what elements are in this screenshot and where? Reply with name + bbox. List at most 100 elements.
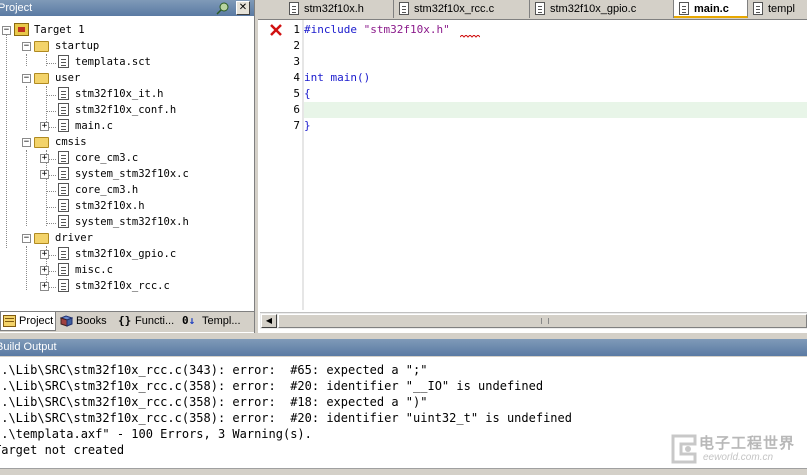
- code-line[interactable]: {: [304, 86, 311, 102]
- tab-templates[interactable]: 0↓ Templ...: [180, 312, 252, 331]
- tab-label: Project: [19, 315, 54, 327]
- build-output-title: Build Output: [0, 341, 57, 353]
- expand-icon[interactable]: +: [40, 170, 49, 179]
- tree-item-label: stm32f10x.h: [75, 200, 145, 212]
- collapse-icon[interactable]: −: [22, 42, 31, 51]
- expand-icon[interactable]: +: [40, 154, 49, 163]
- error-squiggle: [460, 35, 480, 38]
- line-number: 2: [293, 39, 300, 52]
- file-icon: [58, 279, 69, 292]
- code-line[interactable]: }: [304, 118, 311, 134]
- folder-open-icon: [34, 137, 49, 148]
- tree-item-label: stm32f10x_it.h: [75, 88, 164, 100]
- file-icon: [58, 119, 69, 132]
- tree-item-label: main.c: [75, 120, 113, 132]
- project-pane-title-bar[interactable]: Project ✕: [0, 0, 254, 16]
- braces-icon: {}: [118, 314, 132, 327]
- output-line: ..\Lib\SRC\stm32f10x_rcc.c(343): error: …: [0, 363, 428, 377]
- close-icon[interactable]: ✕: [236, 1, 250, 15]
- tree-item-label: cmsis: [55, 136, 87, 148]
- collapse-icon[interactable]: −: [2, 26, 11, 35]
- tab-functions[interactable]: {} Functi...: [116, 312, 178, 331]
- tree-item-label: driver: [55, 232, 93, 244]
- output-line: Target not created: [0, 443, 125, 457]
- tab-label: Books: [76, 315, 107, 327]
- line-number: 7: [293, 119, 300, 132]
- error-icon: [270, 24, 282, 36]
- tab-label: templ: [768, 3, 795, 15]
- build-output-title-bar[interactable]: Build Output: [0, 339, 807, 356]
- file-icon: [58, 215, 69, 228]
- project-pane: Project ✕ − Target 1 − startup templata.…: [0, 0, 255, 333]
- tab-label: Templ...: [202, 315, 241, 327]
- file-icon: [58, 247, 69, 260]
- scrollbar-thumb[interactable]: [278, 314, 807, 328]
- output-line: ..\Lib\SRC\stm32f10x_rcc.c(358): error: …: [0, 411, 572, 425]
- code-editor: stm32f10x.h stm32f10x_rcc.c stm32f10x_gp…: [258, 0, 807, 333]
- file-icon: [58, 151, 69, 164]
- collapse-icon[interactable]: −: [22, 138, 31, 147]
- expand-icon[interactable]: +: [40, 266, 49, 275]
- file-icon: [58, 167, 69, 180]
- code-line[interactable]: int main(): [304, 70, 370, 86]
- tab-books[interactable]: Books: [58, 312, 114, 331]
- line-number: 5: [293, 87, 300, 100]
- tab-label: stm32f10x_gpio.c: [550, 3, 637, 15]
- editor-horizontal-scrollbar[interactable]: ◀: [260, 312, 807, 329]
- eeworld-watermark: 电子工程世界 eeworld.com.cn: [669, 430, 799, 470]
- file-icon: [753, 2, 763, 15]
- editor-tabs: stm32f10x.h stm32f10x_rcc.c stm32f10x_gp…: [258, 0, 807, 20]
- tab-label: stm32f10x.h: [304, 3, 364, 15]
- output-line: ".\templata.axf" - 100 Errors, 3 Warning…: [0, 427, 312, 441]
- project-pane-title: Project: [0, 2, 33, 14]
- tree-item-label: templata.sct: [75, 56, 151, 68]
- tab-label: Functi...: [135, 315, 175, 327]
- file-icon: [679, 2, 689, 15]
- expand-icon[interactable]: +: [40, 250, 49, 259]
- output-line: ..\Lib\SRC\stm32f10x_rcc.c(358): error: …: [0, 379, 544, 393]
- file-icon: [58, 263, 69, 276]
- code-line[interactable]: #include "stm32f10x.h": [304, 22, 450, 38]
- file-icon: [535, 2, 545, 15]
- collapse-icon[interactable]: −: [22, 234, 31, 243]
- file-icon: [399, 2, 409, 15]
- pin-icon[interactable]: [216, 1, 230, 15]
- tab-stm32f10x-h[interactable]: stm32f10x.h: [284, 0, 394, 18]
- folder-open-icon: [34, 41, 49, 52]
- tree-item-label: core_cm3.h: [75, 184, 139, 196]
- tree-item-label: core_cm3.c: [75, 152, 139, 164]
- target-icon: [14, 23, 29, 36]
- tab-main-c[interactable]: main.c: [674, 0, 748, 18]
- tree-item-label: startup: [55, 40, 100, 52]
- file-icon: [289, 2, 299, 15]
- tree-item-label: system_stm32f10x.c: [75, 168, 189, 180]
- file-icon: [58, 87, 69, 100]
- collapse-icon[interactable]: −: [22, 74, 31, 83]
- tree-item-label: user: [55, 72, 81, 84]
- tree-item-label: stm32f10x_rcc.c: [75, 280, 170, 292]
- tab-templ[interactable]: templ: [748, 0, 807, 18]
- line-number: 1: [293, 23, 300, 36]
- books-icon: [60, 315, 73, 327]
- folder-open-icon: [34, 233, 49, 244]
- line-number: 3: [293, 55, 300, 68]
- watermark-title: 电子工程世界: [699, 435, 796, 452]
- tree-item-label: misc.c: [75, 264, 113, 276]
- scroll-left-icon[interactable]: ◀: [261, 314, 277, 328]
- expand-icon[interactable]: +: [40, 122, 49, 131]
- line-number: 6: [293, 103, 300, 116]
- file-icon: [58, 199, 69, 212]
- tree-item-label: stm32f10x_gpio.c: [75, 248, 177, 260]
- tab-project[interactable]: Project: [0, 312, 56, 331]
- tab-stm32f10x-gpio-c[interactable]: stm32f10x_gpio.c: [530, 0, 674, 18]
- current-line-highlight: [304, 102, 807, 118]
- tab-label: stm32f10x_rcc.c: [414, 3, 495, 15]
- project-pane-tabs: Project Books {} Functi... 0↓ Templ...: [0, 311, 254, 332]
- tab-label: main.c: [694, 3, 729, 15]
- folder-open-icon: [34, 73, 49, 84]
- file-icon: [58, 103, 69, 116]
- eeworld-logo-icon: [671, 434, 697, 464]
- expand-icon[interactable]: +: [40, 282, 49, 291]
- template-icon: 0↓: [182, 314, 196, 327]
- tab-stm32f10x-rcc-c[interactable]: stm32f10x_rcc.c: [394, 0, 530, 18]
